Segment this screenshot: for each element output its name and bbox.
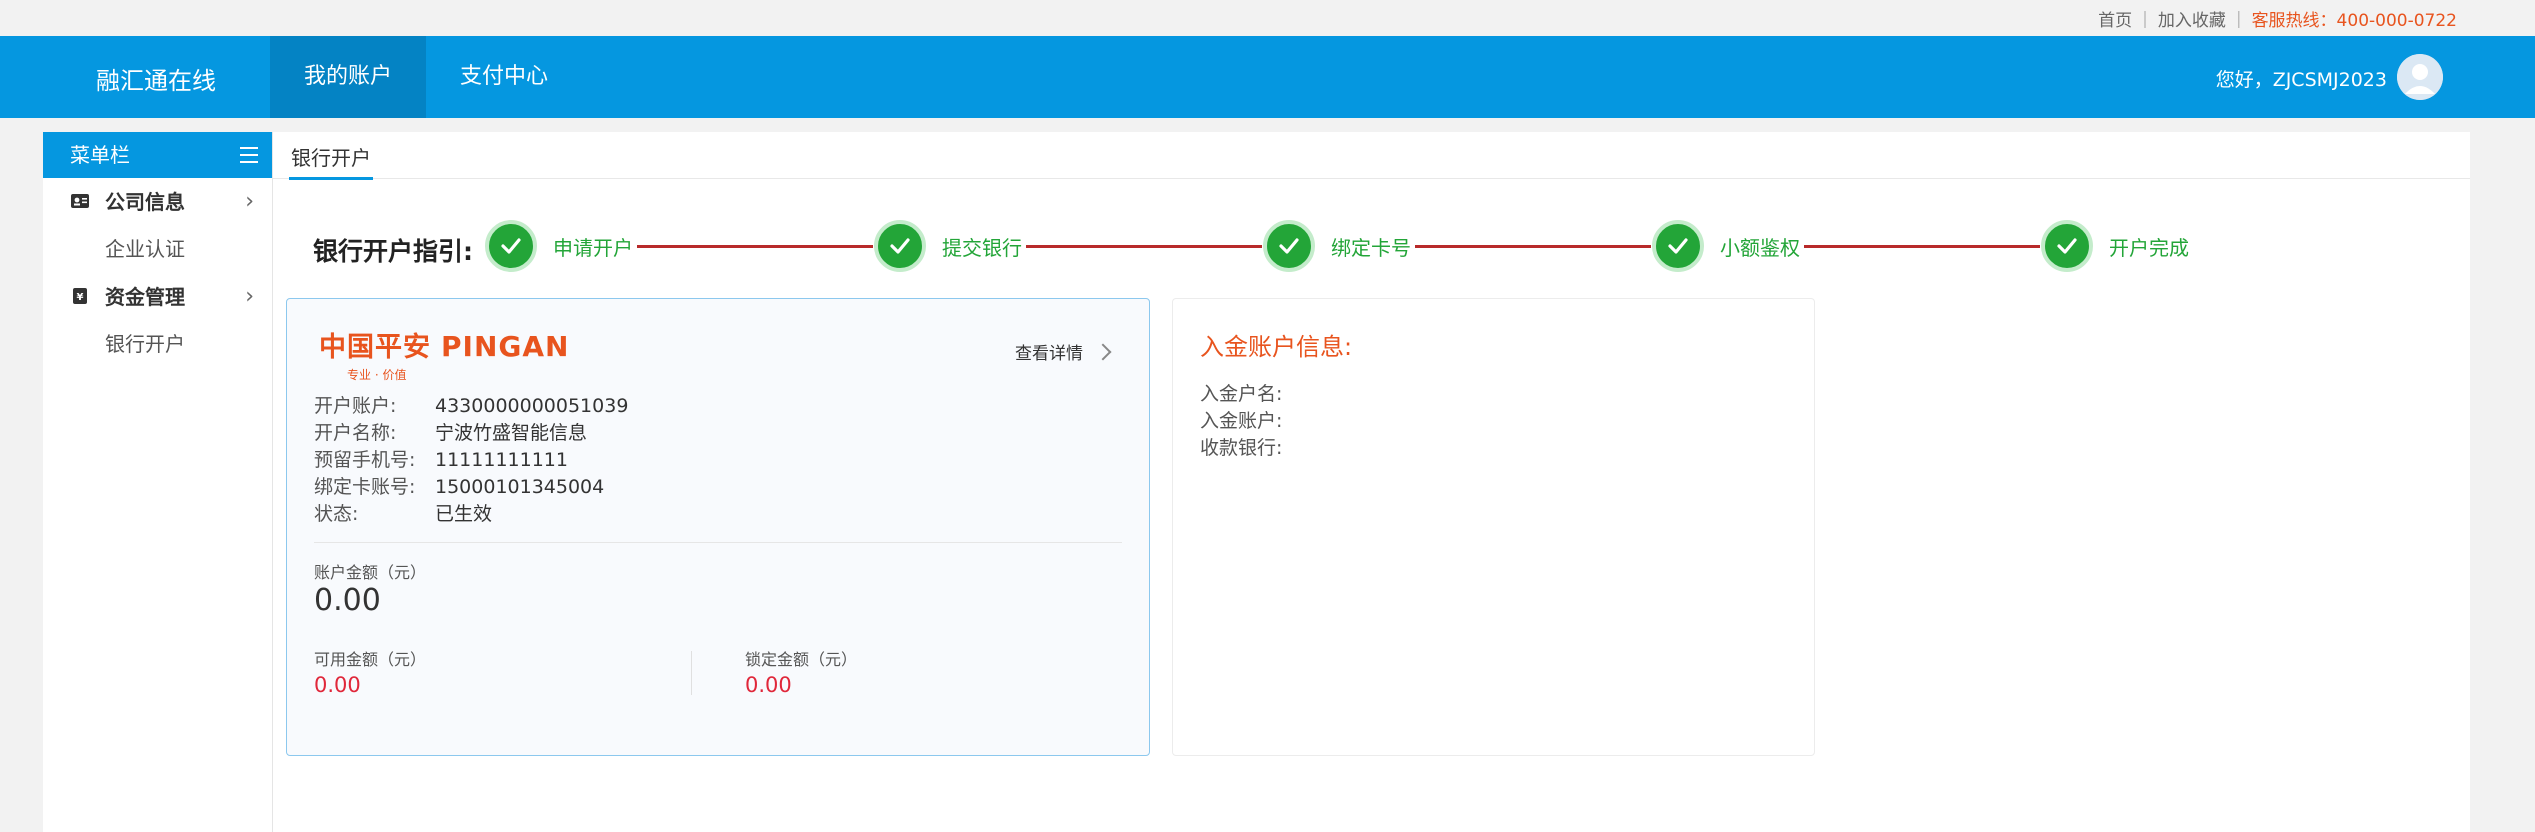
tab-bar: 银行开户 — [273, 132, 2470, 180]
bank-account-card: 中国平安 PINGAN 专业 · 价值 查看详情 开户账户: 433000000… — [286, 298, 1150, 756]
view-details-link[interactable]: 查看详情 — [1015, 339, 1112, 364]
chevron-right-icon — [1094, 343, 1112, 360]
sidebar-group-label: 公司信息 — [105, 190, 185, 214]
deposit-field: 入金账户: — [1200, 410, 1283, 432]
info-row: 开户名称: 宁波竹盛智能信息 — [314, 422, 588, 444]
add-favorite-link[interactable]: 加入收藏 — [2158, 6, 2226, 31]
sidebar-item-enterprise-auth[interactable]: 企业认证 — [43, 226, 272, 273]
home-link[interactable]: 首页 — [2098, 6, 2132, 31]
step-label: 开户完成 — [2109, 235, 2189, 260]
hamburger-menu-icon[interactable] — [240, 147, 258, 163]
hotline-text: 客服热线：400-000-0722 — [2251, 11, 2457, 31]
nav-my-account[interactable]: 我的账户 — [270, 36, 427, 118]
tab-bank-account[interactable]: 银行开户 — [289, 142, 373, 180]
main-panel: 银行开户 银行开户指引: 申请开户 提交银行 绑定卡号 小额鉴权 开户完成 中国… — [273, 132, 2470, 832]
link-separator: | — [2142, 8, 2148, 29]
sidebar-header: 菜单栏 — [43, 132, 272, 178]
divider — [691, 651, 692, 695]
step-connector — [1415, 245, 1651, 248]
pingan-bank-logo: 中国平安 PINGAN 专业 · 价值 — [319, 330, 570, 382]
check-circle-icon — [1652, 220, 1704, 272]
check-circle-icon — [2041, 220, 2093, 272]
top-links: 首页 | 加入收藏 | 客服热线：400-000-0722 — [2098, 6, 2457, 32]
step-micro-auth: 小额鉴权 — [1652, 220, 1800, 272]
available-value: 0.00 — [314, 673, 361, 697]
user-greeting[interactable]: 您好，ZJCSMJ2023 — [2216, 65, 2387, 92]
check-circle-icon — [485, 220, 537, 272]
step-connector — [637, 245, 873, 248]
step-connector — [1804, 245, 2040, 248]
deposit-field: 入金户名: — [1200, 383, 1283, 405]
step-bind-card: 绑定卡号 — [1263, 220, 1411, 272]
step-label: 申请开户 — [553, 235, 633, 260]
step-label: 提交银行 — [942, 235, 1022, 260]
svg-text:¥: ¥ — [77, 292, 84, 303]
step-apply: 申请开户 — [485, 220, 633, 272]
info-row: 开户账户: 4330000000051039 — [314, 395, 629, 417]
locked-value: 0.00 — [745, 673, 792, 697]
user-avatar-icon — [2397, 54, 2443, 100]
sidebar-group-fund-management[interactable]: ¥ 资金管理 › — [43, 273, 272, 321]
nav-payment-center[interactable]: 支付中心 — [426, 36, 582, 118]
locked-label: 锁定金额（元） — [745, 650, 858, 669]
deposit-account-card: 入金账户信息: 入金户名: 入金账户: 收款银行: — [1172, 298, 1815, 756]
step-label: 小额鉴权 — [1720, 235, 1800, 260]
money-bag-icon: ¥ — [73, 288, 87, 304]
avatar[interactable] — [2397, 54, 2443, 100]
deposit-card-title: 入金账户信息: — [1200, 333, 1353, 361]
available-label: 可用金额（元） — [314, 650, 427, 669]
id-card-icon — [71, 194, 89, 208]
guide-title: 银行开户指引: — [313, 237, 473, 266]
deposit-info-list: 入金户名: 入金账户: 收款银行: — [1200, 381, 1282, 462]
step-connector — [1026, 245, 1262, 248]
sidebar: 菜单栏 公司信息 › 企业认证 ¥ 资金管理 › 银行开户 — [43, 132, 273, 832]
step-label: 绑定卡号 — [1331, 235, 1411, 260]
sidebar-title: 菜单栏 — [70, 143, 130, 167]
top-utility-bar: 首页 | 加入收藏 | 客服热线：400-000-0722 — [0, 0, 2535, 36]
sidebar-group-label: 资金管理 — [105, 285, 185, 309]
step-complete: 开户完成 — [2041, 220, 2189, 272]
balance-value: 0.00 — [314, 583, 381, 618]
check-circle-icon — [1263, 220, 1315, 272]
chevron-right-icon: › — [245, 284, 254, 309]
balance-label: 账户金额（元） — [314, 563, 427, 582]
step-submit-bank: 提交银行 — [874, 220, 1022, 272]
site-logo[interactable]: 融汇通在线 — [96, 61, 216, 96]
link-separator: | — [2235, 8, 2242, 29]
main-nav: 我的账户 支付中心 — [270, 36, 582, 118]
chevron-right-icon: › — [245, 189, 254, 214]
account-info-list: 开户账户: 4330000000051039 开户名称: 宁波竹盛智能信息 预留… — [314, 393, 628, 528]
info-row: 状态: 已生效 — [314, 503, 493, 525]
deposit-field: 收款银行: — [1200, 437, 1283, 459]
sidebar-item-bank-account[interactable]: 银行开户 — [43, 321, 272, 368]
sidebar-group-company-info[interactable]: 公司信息 › — [43, 178, 272, 226]
info-row: 绑定卡账号: 15000101345004 — [314, 476, 605, 498]
divider — [314, 542, 1122, 543]
main-header: 融汇通在线 我的账户 支付中心 您好，ZJCSMJ2023 — [0, 36, 2535, 118]
check-circle-icon — [874, 220, 926, 272]
info-row: 预留手机号: 11111111111 — [314, 449, 568, 471]
